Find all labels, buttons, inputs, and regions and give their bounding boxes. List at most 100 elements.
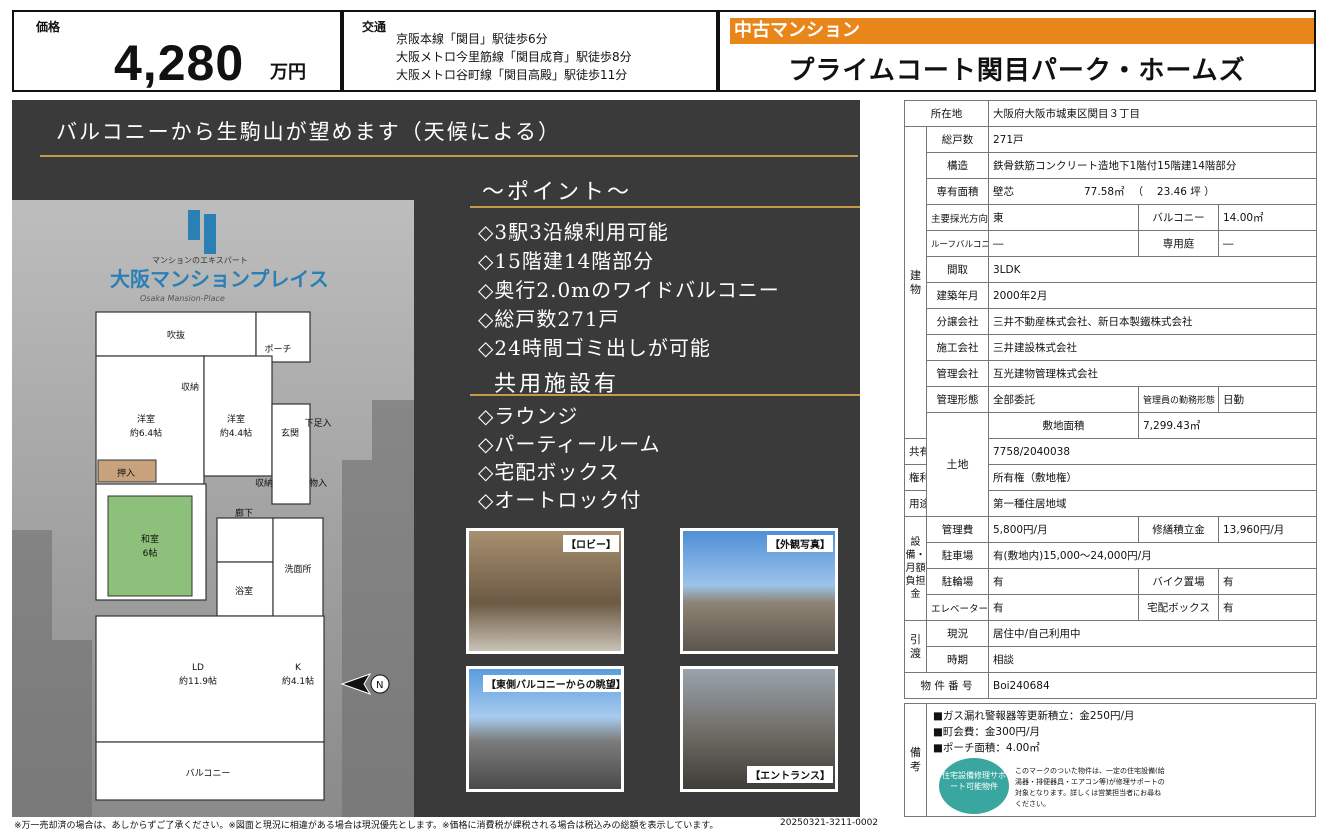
note-item: ■町会費：金300円/月 bbox=[933, 726, 1040, 738]
point-item: ◇24時間ゴミ出しが可能 bbox=[478, 336, 711, 360]
svg-text:N: N bbox=[376, 680, 383, 691]
room-label: 浴室 bbox=[235, 585, 253, 597]
room-label: 洋室 bbox=[137, 413, 155, 425]
note-item: ■ポーチ面積：4.00㎡ bbox=[933, 742, 1040, 754]
row-value: 鉄骨鉄筋コンクリート造地下1階付15階建14階部分 bbox=[988, 152, 1317, 179]
photo-caption: 【外観写真】 bbox=[767, 535, 833, 552]
facility-item: ◇ラウンジ bbox=[478, 404, 579, 428]
room-label: 洗面所 bbox=[284, 563, 311, 575]
room-label: 玄関 bbox=[281, 427, 299, 439]
badge-description: このマークのついた物件は、一定の住宅設備(給湯器・排便器具・エアコン等)が修理サ… bbox=[1015, 767, 1165, 808]
facility-item: ◇宅配ボックス bbox=[478, 460, 620, 484]
group-label: 建物 bbox=[904, 126, 927, 439]
row-key: 主要採光方向 bbox=[926, 204, 989, 231]
row-key: 所在地 bbox=[904, 100, 989, 127]
price-label: 価格 bbox=[36, 20, 61, 34]
table-row: ルーフバルコニー―専用庭― bbox=[905, 230, 1317, 257]
row-value: 居住中/自己利用中 bbox=[988, 620, 1317, 647]
row-value: 有 bbox=[1218, 568, 1317, 595]
row-value: 7,299.43㎡ bbox=[1138, 412, 1317, 439]
table-row: 時期 相談 bbox=[905, 646, 1317, 673]
row-value: 三井不動産株式会社、新日本製鐵株式会社 bbox=[988, 308, 1317, 335]
row-value: Boi240684 bbox=[988, 672, 1317, 699]
points-title: ～ポイント～ bbox=[482, 180, 633, 205]
property-name: プライムコート関目パーク・ホームズ bbox=[788, 56, 1246, 86]
table-row: 駐車場 有(敷地内)15,000～24,000円/月 bbox=[905, 542, 1317, 569]
table-row: 設備・月額負担金 管理費 5,800円/月 修繕積立金 13,960円/月 bbox=[904, 516, 1317, 621]
category-badge: 中古マンション bbox=[730, 18, 1314, 44]
row-value: 三井建設株式会社 bbox=[988, 334, 1317, 361]
row-value: 大阪府大阪市城東区関目３丁目 bbox=[988, 100, 1317, 127]
transit-box: 交通 京阪本線「関目」駅徒歩6分 大阪メトロ今里筋線「関目成育」駅徒歩8分 大阪… bbox=[342, 10, 718, 92]
point-item: ◇3駅3沿線利用可能 bbox=[478, 220, 669, 244]
room-label: 下足入 bbox=[304, 418, 331, 429]
row-key: 管理費 bbox=[926, 516, 989, 543]
row-key: 共有持分 bbox=[904, 438, 927, 465]
table-row: 土地 敷地面積 7,299.43㎡ bbox=[905, 412, 1317, 517]
row-value: 271戸 bbox=[988, 126, 1317, 153]
room-label: 吹抜 bbox=[167, 329, 185, 341]
row-key: 駐輪場 bbox=[926, 568, 989, 595]
row-value: 東 bbox=[988, 204, 1139, 231]
transit-line: 大阪メトロ谷町線「関目高殿」駅徒歩11分 bbox=[396, 68, 628, 82]
table-row: 構造 鉄骨鉄筋コンクリート造地下1階付15階建14階部分 bbox=[905, 152, 1317, 179]
row-key: 総戸数 bbox=[926, 126, 989, 153]
room-label: 和室 bbox=[141, 533, 159, 545]
room-label: バルコニー bbox=[186, 768, 231, 779]
point-item: ◇奥行2.0mのワイドバルコニー bbox=[478, 278, 780, 302]
row-value: 相談 bbox=[988, 646, 1317, 673]
notes-box: 備考 ■ガス漏れ警報器等更新積立：金250円/月 ■町会費：金300円/月 ■ポ… bbox=[904, 703, 1316, 817]
row-key: バイク置場 bbox=[1138, 568, 1219, 595]
table-row: 建物 総戸数 271戸 bbox=[904, 126, 1317, 439]
row-value: 所有権（敷地権） bbox=[988, 464, 1317, 491]
photo-caption: 【エントランス】 bbox=[747, 766, 833, 783]
note-item: ■ガス漏れ警報器等更新積立：金250円/月 bbox=[933, 710, 1135, 722]
property-info-table: 所在地 大阪府大阪市城東区関目３丁目 建物 総戸数 271戸 構造 鉄骨鉄筋コンクリート… bbox=[904, 100, 1317, 699]
row-key: 専有面積 bbox=[926, 178, 989, 205]
table-row: 建築年月 2000年2月 bbox=[905, 282, 1317, 309]
row-value: 有 bbox=[988, 568, 1139, 595]
row-value: 13,960円/月 bbox=[1218, 516, 1317, 543]
support-badge-icon: 住宅設備修理サポート可能物件 bbox=[939, 758, 1009, 814]
row-value: 3LDK bbox=[988, 256, 1317, 283]
row-key: 施工会社 bbox=[926, 334, 989, 361]
row-key: 管理会社 bbox=[926, 360, 989, 387]
table-row: 管理会社 互光建物管理株式会社 bbox=[905, 360, 1317, 387]
room-label: 押入 bbox=[117, 467, 135, 479]
area-tsubo: （ 23.46 坪 ） bbox=[1132, 186, 1215, 198]
row-key: 用途地域 bbox=[904, 490, 927, 517]
footer-disclaimer: ※万一売却済の場合は、あしからずご了承ください。※図面と現況に相違がある場合は現… bbox=[14, 821, 719, 829]
table-row: 所在地 大阪府大阪市城東区関目３丁目 bbox=[904, 100, 1317, 127]
table-row: 駐輪場有バイク置場有 bbox=[905, 568, 1317, 595]
table-row: 間取 3LDK bbox=[905, 256, 1317, 283]
divider bbox=[470, 206, 860, 208]
room-label: 廊下 bbox=[235, 507, 253, 519]
row-key: 間取 bbox=[926, 256, 989, 283]
logo-name: 大阪マンションプレイス bbox=[110, 267, 329, 291]
property-name-box: 中古マンション プライムコート関目パーク・ホームズ bbox=[718, 10, 1316, 92]
row-value: 有(敷地内)15,000～24,000円/月 bbox=[988, 542, 1317, 569]
row-value: 5,800円/月 bbox=[988, 516, 1139, 543]
group-label: 設備・月額負担金 bbox=[904, 516, 927, 621]
row-key: 分譲会社 bbox=[926, 308, 989, 335]
row-key: 宅配ボックス bbox=[1138, 594, 1219, 621]
transit-line: 京阪本線「関目」駅徒歩6分 bbox=[396, 32, 548, 46]
facility-item: ◇オートロック付 bbox=[478, 488, 642, 512]
logo-tagline: マンションのエキスパート bbox=[152, 256, 248, 265]
divider bbox=[470, 394, 860, 396]
table-row: 主要採光方向東バルコニー 14.00㎡ bbox=[905, 204, 1317, 231]
exterior-photo: 【外観写真】 bbox=[680, 528, 838, 654]
row-key: ルーフバルコニー bbox=[926, 230, 989, 257]
footer-code: 20250321-3211-0002 bbox=[780, 818, 879, 828]
facility-item: ◇パーティールーム bbox=[478, 432, 661, 456]
compass-north-icon: N bbox=[340, 673, 390, 695]
row-key: バルコニー bbox=[1138, 204, 1219, 231]
area-basis: 壁芯 bbox=[993, 186, 1014, 198]
row-value: ― bbox=[1218, 230, 1317, 257]
row-key: 時期 bbox=[926, 646, 989, 673]
row-value: 第一種住居地域 bbox=[988, 490, 1317, 517]
table-row: 施工会社 三井建設株式会社 bbox=[905, 334, 1317, 361]
row-value: 壁芯 77.58㎡ （ 23.46 坪 ） bbox=[988, 178, 1317, 205]
table-row: 専有面積 壁芯 77.58㎡ （ 23.46 坪 ） bbox=[905, 178, 1317, 205]
row-value: 日勤 bbox=[1218, 386, 1317, 413]
